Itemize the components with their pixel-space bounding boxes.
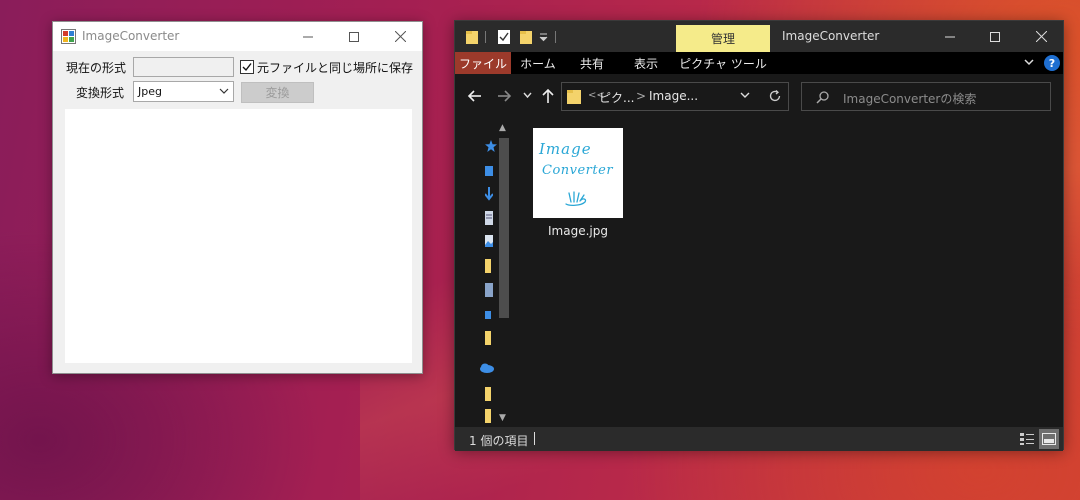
folder-icon[interactable] xyxy=(485,331,491,345)
minimize-icon xyxy=(945,36,955,37)
folder-icon[interactable] xyxy=(485,259,491,273)
thumbnail-text-line1: Image xyxy=(539,140,592,158)
ribbon-tabs: ファイル ホーム 共有 表示 ピクチャ ツール ? xyxy=(455,52,1063,74)
close-icon xyxy=(1035,31,1047,42)
pictures-icon[interactable] xyxy=(485,235,493,247)
drop-area[interactable] xyxy=(65,109,412,363)
address-bar[interactable]: << ピク... > Image... xyxy=(561,82,789,111)
customize-toolbar-icon[interactable] xyxy=(539,33,548,42)
app-icon xyxy=(61,29,76,44)
folder-icon xyxy=(567,90,581,104)
file-name: Image.jpg xyxy=(548,224,608,238)
scrollbar-thumb[interactable] xyxy=(499,138,509,318)
forward-icon[interactable] xyxy=(496,88,512,104)
back-icon[interactable] xyxy=(467,88,483,104)
folder-icon[interactable] xyxy=(485,311,491,319)
breadcrumb-pictures[interactable]: ピク... xyxy=(599,89,634,106)
breadcrumb-imageconverter[interactable]: Image... xyxy=(649,89,698,103)
details-view-icon[interactable] xyxy=(1019,432,1035,446)
search-placeholder: ImageConverterの検索 xyxy=(843,92,977,106)
folder-icon[interactable] xyxy=(465,29,479,45)
minimize-button[interactable] xyxy=(285,22,331,51)
convert-format-select[interactable]: Jpeg xyxy=(133,81,234,102)
image-converter-window: ImageConverter 現在の形式 元ファイルと同じ場所に保存 変換形式 … xyxy=(52,21,423,374)
large-icons-view-icon xyxy=(1042,433,1056,445)
current-format-field[interactable] xyxy=(133,57,234,77)
close-button[interactable] xyxy=(377,22,423,51)
breadcrumb-separator[interactable]: > xyxy=(636,89,646,103)
refresh-icon[interactable] xyxy=(768,89,782,103)
explorer-maximize-button[interactable] xyxy=(972,21,1018,52)
tab-home[interactable]: ホーム xyxy=(511,52,565,74)
minimize-icon xyxy=(303,36,313,37)
close-icon xyxy=(394,31,406,42)
downloads-icon[interactable] xyxy=(485,187,493,201)
maximize-icon xyxy=(349,31,359,42)
folder-icon[interactable] xyxy=(485,387,491,401)
convert-format-label: 変換形式 xyxy=(76,86,125,100)
recent-locations-icon[interactable] xyxy=(523,92,532,99)
tab-picture-tools[interactable]: ピクチャ ツール xyxy=(676,52,770,74)
expand-ribbon-icon[interactable] xyxy=(1023,56,1035,68)
tab-file[interactable]: ファイル xyxy=(455,52,511,74)
manage-tab[interactable]: 管理 xyxy=(676,25,770,52)
current-format-label: 現在の形式 xyxy=(66,61,127,75)
thumbnail-text-line2: Converter xyxy=(542,163,614,178)
save-same-location-checkbox[interactable] xyxy=(240,60,254,74)
documents-icon[interactable] xyxy=(485,211,493,225)
file-item[interactable]: Image Converter Image.jpg xyxy=(533,128,627,238)
explorer-title-bar[interactable]: 管理 ImageConverter xyxy=(455,21,1063,52)
file-thumbnail: Image Converter xyxy=(533,128,623,218)
hand-drawing-icon xyxy=(565,191,587,206)
tab-view[interactable]: 表示 xyxy=(619,52,673,74)
explorer-content: ▲ ▼ Image Converter Image.jpg xyxy=(455,119,1063,427)
quick-access-star-icon[interactable] xyxy=(485,140,497,152)
toolbar-divider xyxy=(485,31,486,43)
search-icon xyxy=(816,91,829,104)
title-bar[interactable]: ImageConverter xyxy=(53,22,422,51)
maximize-button[interactable] xyxy=(331,22,377,51)
navigation-pane: ▲ ▼ xyxy=(455,119,513,427)
chevron-down-icon[interactable] xyxy=(740,91,750,99)
explorer-window-title: ImageConverter xyxy=(782,29,880,43)
onedrive-icon[interactable] xyxy=(479,363,495,373)
toolbar-divider xyxy=(555,31,556,43)
convert-button[interactable]: 変換 xyxy=(241,82,314,103)
folder-icon[interactable] xyxy=(485,409,491,423)
maximize-icon xyxy=(990,31,1000,42)
explorer-window: 管理 ImageConverter ファイル ホーム 共有 表示 ピクチャ ツー… xyxy=(454,20,1064,451)
convert-format-value: Jpeg xyxy=(138,85,162,98)
status-bar: 1 個の項目 xyxy=(455,427,1063,451)
explorer-close-button[interactable] xyxy=(1018,21,1064,52)
scroll-down-icon[interactable]: ▼ xyxy=(499,413,506,423)
item-count: 1 個の項目 xyxy=(469,434,529,448)
scroll-up-icon[interactable]: ▲ xyxy=(499,123,506,133)
chevron-down-icon xyxy=(219,88,229,94)
checkmark-icon xyxy=(242,63,252,72)
status-divider xyxy=(534,432,535,445)
desktop-icon[interactable] xyxy=(485,165,493,177)
window-title: ImageConverter xyxy=(82,29,180,43)
tab-share[interactable]: 共有 xyxy=(565,52,619,74)
folder-icon[interactable] xyxy=(485,283,493,297)
search-box[interactable]: ImageConverterの検索 xyxy=(801,82,1051,111)
nav-pane-scrollbar[interactable]: ▲ ▼ xyxy=(497,121,511,425)
new-folder-icon[interactable] xyxy=(519,29,533,45)
large-icons-view-button[interactable] xyxy=(1039,429,1059,449)
up-icon[interactable] xyxy=(540,88,556,104)
explorer-minimize-button[interactable] xyxy=(927,21,973,52)
save-same-location-label[interactable]: 元ファイルと同じ場所に保存 xyxy=(257,59,413,76)
help-icon[interactable]: ? xyxy=(1044,55,1060,71)
properties-icon[interactable] xyxy=(497,29,511,45)
navigation-bar: << ピク... > Image... ImageConverterの検索 xyxy=(455,74,1063,119)
